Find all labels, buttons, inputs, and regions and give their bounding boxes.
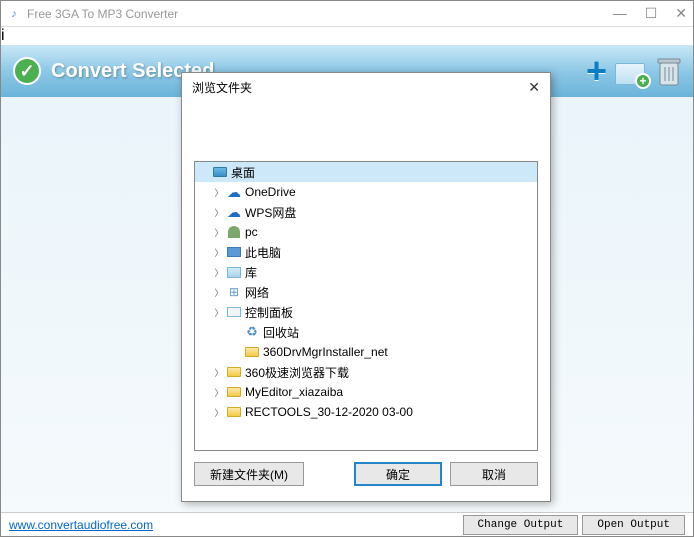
toolbar-right-icons: + + bbox=[586, 50, 683, 92]
tree-item[interactable]: 〉 此电脑 bbox=[195, 242, 537, 262]
window-controls: — ☐ ✕ bbox=[613, 5, 687, 22]
recycle-icon: ♻ bbox=[243, 324, 261, 340]
tree-item[interactable]: 〉 pc bbox=[195, 222, 537, 242]
expand-arrow-icon[interactable]: 〉 bbox=[213, 286, 225, 299]
tree-item-label: 360DrvMgrInstaller_net bbox=[263, 345, 388, 359]
new-folder-button[interactable]: 新建文件夹(M) bbox=[194, 462, 304, 486]
tree-item-label: WPS网盘 bbox=[245, 204, 296, 221]
tree-item[interactable]: 〉 360极速浏览器下载 bbox=[195, 362, 537, 382]
expand-arrow-icon[interactable]: 〉 bbox=[213, 306, 225, 319]
tree-item[interactable]: 〉☁WPS网盘 bbox=[195, 202, 537, 222]
minimize-button[interactable]: — bbox=[613, 5, 627, 22]
info-icon[interactable]: i bbox=[1, 27, 5, 44]
expand-arrow-icon[interactable]: 〉 bbox=[213, 206, 225, 219]
tree-item-label: pc bbox=[245, 225, 258, 239]
browse-folder-dialog: 浏览文件夹 ✕ 〉桌面〉☁OneDrive〉☁WPS网盘〉pc〉此电脑〉库〉⊞网… bbox=[181, 72, 551, 502]
dialog-body: 〉桌面〉☁OneDrive〉☁WPS网盘〉pc〉此电脑〉库〉⊞网络〉控制面板〉♻… bbox=[182, 101, 550, 501]
panel-icon bbox=[225, 304, 243, 320]
website-link[interactable]: www.convertaudiofree.com bbox=[9, 518, 153, 532]
window-title: Free 3GA To MP3 Converter bbox=[27, 7, 613, 21]
expand-arrow-icon[interactable]: 〉 bbox=[213, 366, 225, 379]
person-icon bbox=[225, 224, 243, 240]
open-output-button[interactable]: Open Output bbox=[582, 515, 685, 535]
expand-arrow-icon[interactable]: 〉 bbox=[213, 246, 225, 259]
titlebar: ♪ Free 3GA To MP3 Converter — ☐ ✕ bbox=[1, 1, 693, 27]
tree-item[interactable]: 〉☁OneDrive bbox=[195, 182, 537, 202]
tree-item-label: 控制面板 bbox=[245, 304, 293, 321]
folder-icon bbox=[225, 364, 243, 380]
tree-item[interactable]: 〉 RECTOOLS_30-12-2020 03-00 bbox=[195, 402, 537, 422]
tree-item[interactable]: 〉 MyEditor_xiazaiba bbox=[195, 382, 537, 402]
add-file-icon[interactable]: + bbox=[586, 50, 607, 92]
tree-item-label: 此电脑 bbox=[245, 244, 281, 261]
expand-arrow-icon[interactable]: 〉 bbox=[213, 386, 225, 399]
lib-icon bbox=[225, 264, 243, 280]
folder-tree-scroll[interactable]: 〉桌面〉☁OneDrive〉☁WPS网盘〉pc〉此电脑〉库〉⊞网络〉控制面板〉♻… bbox=[195, 162, 537, 450]
expand-arrow-icon[interactable]: 〉 bbox=[213, 266, 225, 279]
expand-arrow-icon[interactable]: 〉 bbox=[213, 186, 225, 199]
tree-item-label: 回收站 bbox=[263, 324, 299, 341]
tree-item[interactable]: 〉 控制面板 bbox=[195, 302, 537, 322]
cancel-button[interactable]: 取消 bbox=[450, 462, 538, 486]
computer-icon bbox=[225, 244, 243, 260]
folder-icon bbox=[225, 404, 243, 420]
tree-item-label: 360极速浏览器下载 bbox=[245, 364, 349, 381]
tree-item-label: 网络 bbox=[245, 284, 269, 301]
folder-icon bbox=[243, 344, 261, 360]
dialog-buttons: 新建文件夹(M) 确定 取消 bbox=[194, 451, 538, 489]
maximize-button[interactable]: ☐ bbox=[645, 5, 658, 22]
expand-arrow-icon[interactable]: 〉 bbox=[213, 226, 225, 239]
desktop-icon bbox=[211, 164, 229, 180]
close-button[interactable]: ✕ bbox=[675, 5, 687, 22]
check-icon: ✓ bbox=[13, 57, 41, 85]
folder-icon bbox=[225, 384, 243, 400]
tree-item-label: MyEditor_xiazaiba bbox=[245, 385, 343, 399]
dialog-titlebar: 浏览文件夹 ✕ bbox=[182, 73, 550, 101]
footer: www.convertaudiofree.com Change Output O… bbox=[1, 512, 693, 536]
change-output-button[interactable]: Change Output bbox=[463, 515, 579, 535]
tree-item[interactable]: 〉360DrvMgrInstaller_net bbox=[195, 342, 537, 362]
network-icon: ⊞ bbox=[225, 284, 243, 300]
tree-item-label: OneDrive bbox=[245, 185, 296, 199]
tree-item-label: RECTOOLS_30-12-2020 03-00 bbox=[245, 405, 413, 419]
tree-item-label: 库 bbox=[245, 264, 257, 281]
folder-tree: 〉桌面〉☁OneDrive〉☁WPS网盘〉pc〉此电脑〉库〉⊞网络〉控制面板〉♻… bbox=[194, 161, 538, 451]
add-folder-icon[interactable]: + bbox=[615, 57, 647, 85]
ok-button[interactable]: 确定 bbox=[354, 462, 442, 486]
tree-item[interactable]: 〉库 bbox=[195, 262, 537, 282]
trash-icon[interactable] bbox=[655, 54, 683, 88]
expand-arrow-icon[interactable]: 〉 bbox=[213, 406, 225, 419]
app-icon: ♪ bbox=[7, 7, 21, 21]
tree-item[interactable]: 〉桌面 bbox=[195, 162, 537, 182]
cloud-icon: ☁ bbox=[225, 204, 243, 220]
dialog-title: 浏览文件夹 bbox=[192, 79, 528, 96]
dialog-close-button[interactable]: ✕ bbox=[528, 79, 540, 96]
tree-item-label: 桌面 bbox=[231, 164, 255, 181]
tree-item[interactable]: 〉⊞网络 bbox=[195, 282, 537, 302]
cloud-icon: ☁ bbox=[225, 184, 243, 200]
tree-item[interactable]: 〉♻回收站 bbox=[195, 322, 537, 342]
